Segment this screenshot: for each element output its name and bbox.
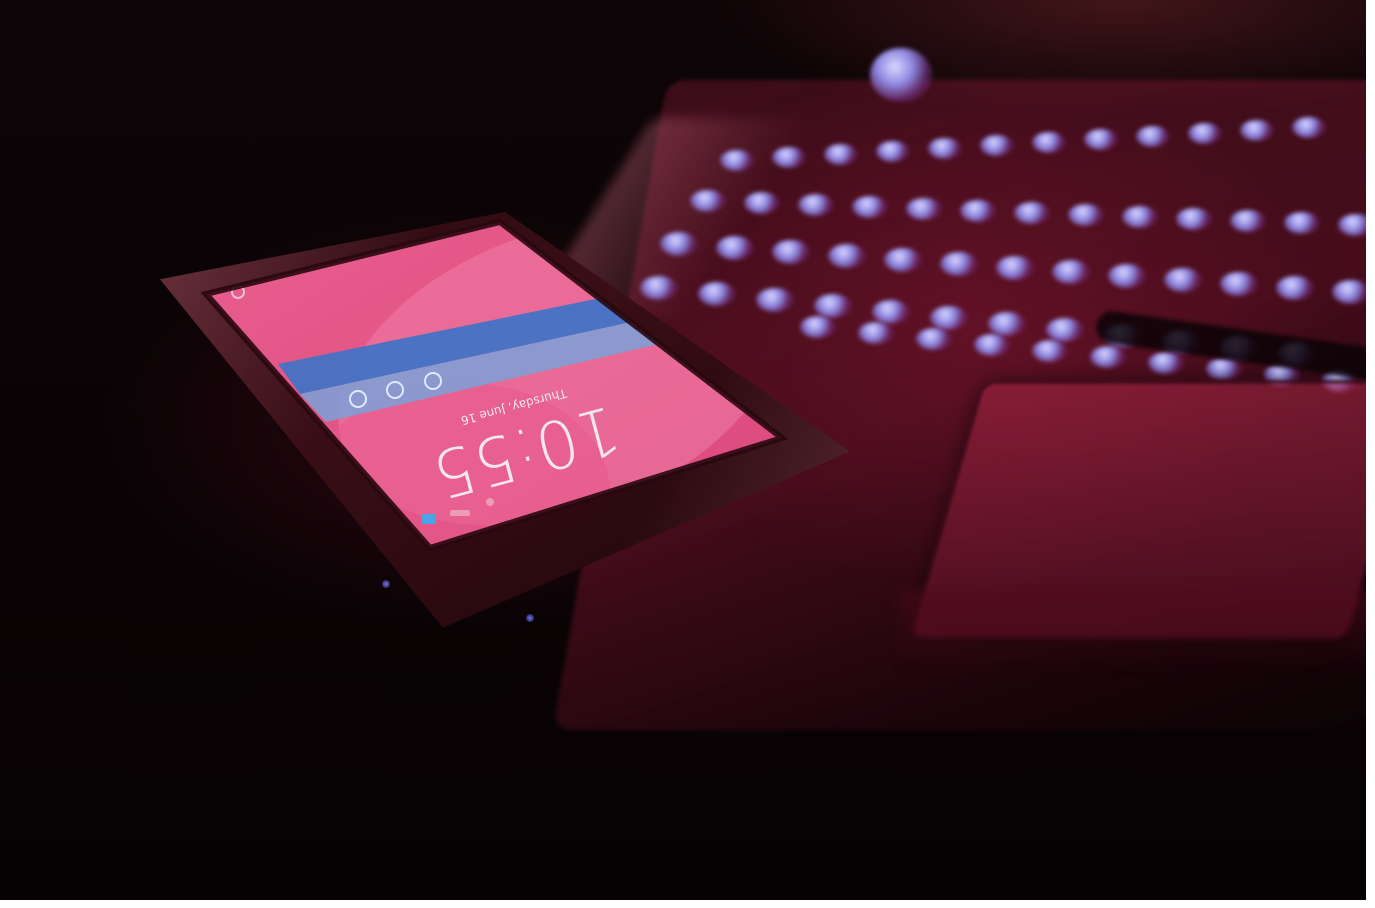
keyboard-key <box>1108 264 1146 288</box>
phone-indicator-light <box>382 580 390 588</box>
phone-screen: 10:55 Thursday, June 16 <box>200 218 789 552</box>
keyboard-key <box>916 328 952 350</box>
keyboard-key <box>690 190 726 212</box>
keyboard-key <box>1292 117 1326 138</box>
keyboard-key <box>1176 208 1212 230</box>
keyboard-key <box>980 135 1014 156</box>
keyboard-key <box>1122 206 1158 228</box>
camera-icon[interactable] <box>422 514 436 524</box>
phone-icon[interactable] <box>486 498 494 506</box>
keyboard-key <box>906 198 942 220</box>
keyboard-key <box>1084 129 1118 150</box>
keyboard-key <box>1338 214 1366 236</box>
keyboard-key <box>1090 346 1126 368</box>
keyboard-key <box>996 256 1034 280</box>
smartphone: 10:55 Thursday, June 16 <box>160 212 850 632</box>
keyboard-key <box>1276 276 1314 300</box>
keyboard-key <box>884 248 922 272</box>
keyboard-key <box>772 147 806 168</box>
keyboard-key <box>1032 132 1066 153</box>
keyboard-key <box>1230 210 1266 232</box>
keyboard-key <box>1032 340 1068 362</box>
keyboard-key <box>1052 260 1090 284</box>
keyboard-key <box>930 306 968 330</box>
keyboard-key <box>1046 318 1084 342</box>
laptop-palmrest <box>900 590 1366 670</box>
keyboard-key <box>928 138 962 159</box>
keyboard-key <box>1068 204 1104 226</box>
keyboard-key <box>1014 202 1050 224</box>
keyboard-light-bokeh <box>870 48 932 102</box>
phone-indicator-light <box>526 614 534 622</box>
keyboard-key <box>824 144 858 165</box>
keyboard-key <box>1284 212 1320 234</box>
keyboard-key <box>1220 272 1258 296</box>
keyboard-key <box>940 252 978 276</box>
keyboard-key <box>858 322 894 344</box>
keyboard-key <box>960 200 996 222</box>
keyboard-key <box>1332 280 1366 304</box>
keyboard-key <box>872 300 910 324</box>
keyboard-key <box>1206 358 1242 380</box>
keyboard-key <box>852 196 888 218</box>
keyboard-key <box>1188 123 1222 144</box>
keyboard-key <box>988 312 1026 336</box>
photo-frame: 10:55 Thursday, June 16 <box>0 0 1366 900</box>
keyboard-key <box>720 150 754 171</box>
keyboard-key <box>744 192 780 214</box>
keyboard-key <box>1148 352 1184 374</box>
keyboard-key <box>1136 126 1170 147</box>
keyboard-key <box>1240 120 1274 141</box>
keyboard-key <box>876 141 910 162</box>
keyboard-key <box>1164 268 1202 292</box>
message-icon[interactable] <box>450 510 470 516</box>
keyboard-key <box>974 334 1010 356</box>
